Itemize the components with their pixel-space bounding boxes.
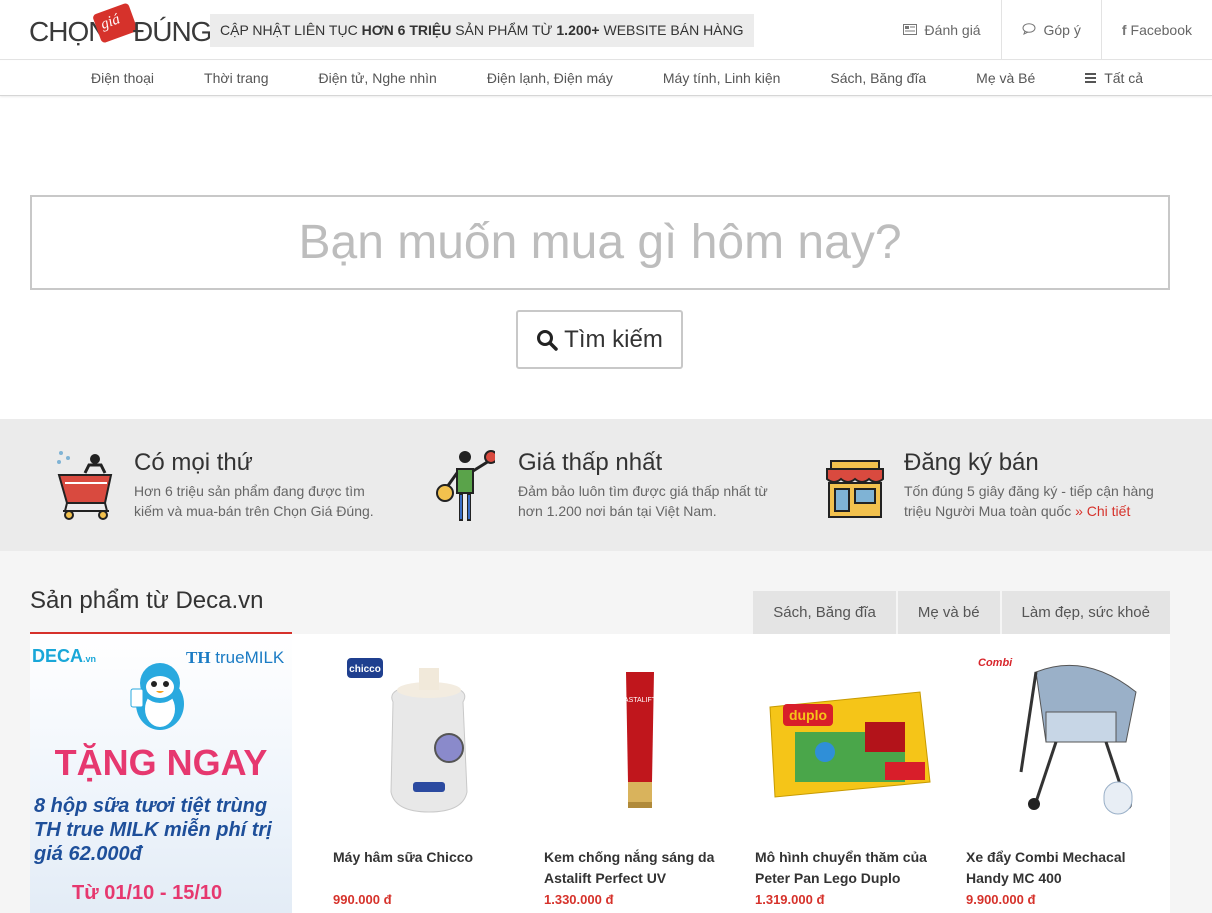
logo-word-2: ĐÚNG: [133, 16, 212, 47]
product-brand-label: duplo: [789, 707, 827, 723]
nav-item-fashion[interactable]: Thời trang: [204, 61, 268, 96]
product-name[interactable]: Xe đẩy Combi Mechacal Handy MC 400: [966, 847, 1156, 889]
product-card[interactable]: ASTALIFT Kem chống nắng sáng da Astalift…: [544, 634, 744, 913]
search-box: [30, 195, 1170, 290]
shopping-cart-icon: [57, 451, 113, 520]
product-brand-label: ASTALIFT: [624, 697, 657, 704]
banner-brand: DECA.vn: [32, 646, 96, 667]
product-name[interactable]: Mô hình chuyển thăm của Peter Pan Lego D…: [755, 847, 945, 889]
tab-mother-baby[interactable]: Mẹ và bé: [897, 591, 1000, 634]
product-price: 9.900.000 đ: [966, 892, 1036, 907]
site-tagline: CẬP NHẬT LIÊN TỤC HƠN 6 TRIỆU SẢN PHẨM T…: [210, 14, 754, 47]
search-input[interactable]: [32, 197, 1168, 288]
banner-partner-name: trueMILK: [215, 648, 285, 667]
details-link[interactable]: » Chi tiết: [1075, 503, 1130, 519]
search-button-label: Tìm kiếm: [564, 325, 663, 353]
facebook-link-label: Facebook: [1130, 22, 1192, 38]
features-strip: Có mọi thứ Hơn 6 triệu sản phẩm đang đượ…: [0, 419, 1212, 551]
product-brand-label: chicco: [349, 664, 381, 675]
facebook-link[interactable]: f Facebook: [1100, 0, 1212, 60]
penguin-mascot-icon: [130, 663, 184, 730]
store-icon: [826, 460, 884, 518]
tagline-bold: 1.200+: [556, 22, 600, 38]
products-section: Sản phẩm từ Deca.vn Sách, Băng đĩa Mẹ và…: [0, 551, 1212, 913]
tab-beauty-health[interactable]: Làm đẹp, sức khoẻ: [1001, 591, 1170, 634]
feature-title: Đăng ký bán: [904, 449, 1039, 476]
product-image: Combi: [978, 657, 1137, 815]
review-icon: [902, 22, 921, 38]
product-card[interactable]: duplo Mô hình chuyển thăm của Peter Pan …: [755, 634, 955, 913]
feedback-link-label: Góp ý: [1043, 22, 1081, 38]
product-price: 1.319.000 đ: [755, 892, 825, 907]
feature-title: Giá thấp nhất: [518, 449, 663, 476]
category-nav: Điện thoại Thời trang Điện tử, Nghe nhìn…: [0, 61, 1212, 96]
product-name[interactable]: Máy hâm sữa Chicco: [333, 847, 523, 868]
nav-item-appliances[interactable]: Điện lạnh, Điện máy: [487, 61, 613, 96]
product-image: ASTALIFT: [624, 672, 657, 808]
nav-item-books[interactable]: Sách, Băng đĩa: [830, 61, 926, 96]
product-card[interactable]: Combi Xe đẩy Combi Mechacal Handy MC 400…: [966, 634, 1166, 913]
search-button[interactable]: Tìm kiếm: [516, 310, 683, 369]
promo-banner[interactable]: DECA.vn TH trueMILK TẶNG NGAY 8 hộp sữa …: [30, 634, 292, 913]
product-brand-label: Combi: [978, 657, 1013, 669]
nav-item-mother-baby[interactable]: Mẹ và Bé: [976, 61, 1035, 96]
comment-icon: [1022, 22, 1040, 38]
banner-brand-suffix: .vn: [83, 654, 97, 664]
feature-everything: Có mọi thứ Hơn 6 triệu sản phẩm đang đượ…: [55, 419, 395, 551]
banner-body: 8 hộp sữa tươi tiệt trùng TH true MILK m…: [34, 795, 272, 865]
product-image: duplo: [769, 691, 931, 798]
section-title: Sản phẩm từ Deca.vn: [30, 587, 264, 614]
feature-desc: Đảm bảo luôn tìm được giá thấp nhất từ h…: [518, 483, 768, 519]
juggler-icon: [436, 450, 495, 521]
section-tabs: Sách, Băng đĩa Mẹ và bé Làm đẹp, sức kho…: [751, 591, 1170, 634]
product-price: 990.000 đ: [333, 892, 392, 907]
product-price: 1.330.000 đ: [544, 892, 614, 907]
review-link[interactable]: Đánh giá: [883, 0, 1001, 60]
facebook-icon: f: [1121, 22, 1127, 38]
site-logo[interactable]: CHỌN giá ĐÚNG: [29, 2, 212, 54]
product-image: chicco: [347, 658, 468, 813]
nav-item-all[interactable]: Tất cả: [1085, 61, 1143, 96]
product-card[interactable]: chicco Máy hâm sữa Chicco 990.000 đ: [333, 634, 533, 913]
feature-desc: Hơn 6 triệu sản phẩm đang được tìm kiếm …: [134, 483, 374, 519]
tab-books[interactable]: Sách, Băng đĩa: [753, 591, 896, 634]
feature-desc: Tốn đúng 5 giây đăng ký - tiếp cận hàng …: [904, 481, 1169, 521]
review-link-label: Đánh giá: [924, 22, 981, 38]
tagline-text: SẢN PHẨM TỪ: [451, 22, 557, 38]
top-header: CHỌN giá ĐÚNG CẬP NHẬT LIÊN TỤC HƠN 6 TR…: [0, 0, 1212, 60]
nav-item-electronics[interactable]: Điện tử, Nghe nhìn: [318, 61, 436, 96]
search-icon: [537, 329, 558, 351]
banner-dates: Từ 01/10 - 15/10: [72, 882, 223, 904]
feature-title: Có mọi thứ: [134, 449, 253, 476]
feature-register-sell: Đăng ký bán Tốn đúng 5 giây đăng ký - ti…: [825, 419, 1205, 551]
tagline-text: WEBSITE BÁN HÀNG: [599, 22, 744, 38]
tagline-text: CẬP NHẬT LIÊN TỤC: [220, 22, 362, 38]
nav-item-phones[interactable]: Điện thoại: [91, 61, 154, 96]
product-name[interactable]: Kem chống nắng sáng da Astalift Perfect …: [544, 847, 734, 889]
banner-headline: TẶNG NGAY: [54, 742, 268, 783]
tagline-bold: HƠN 6 TRIỆU: [361, 22, 452, 38]
feedback-link[interactable]: Góp ý: [1000, 0, 1101, 60]
banner-brand-name: DECA: [32, 646, 84, 666]
banner-partner: TH trueMILK: [186, 648, 284, 668]
nav-all-label: Tất cả: [1104, 70, 1144, 86]
nav-item-computers[interactable]: Máy tính, Linh kiện: [663, 61, 781, 96]
feature-lowest-price: Giá thấp nhất Đảm bảo luôn tìm được giá …: [435, 419, 795, 551]
top-links: Đánh giá Góp ý f Facebook: [883, 0, 1212, 60]
menu-icon: [1085, 70, 1100, 86]
